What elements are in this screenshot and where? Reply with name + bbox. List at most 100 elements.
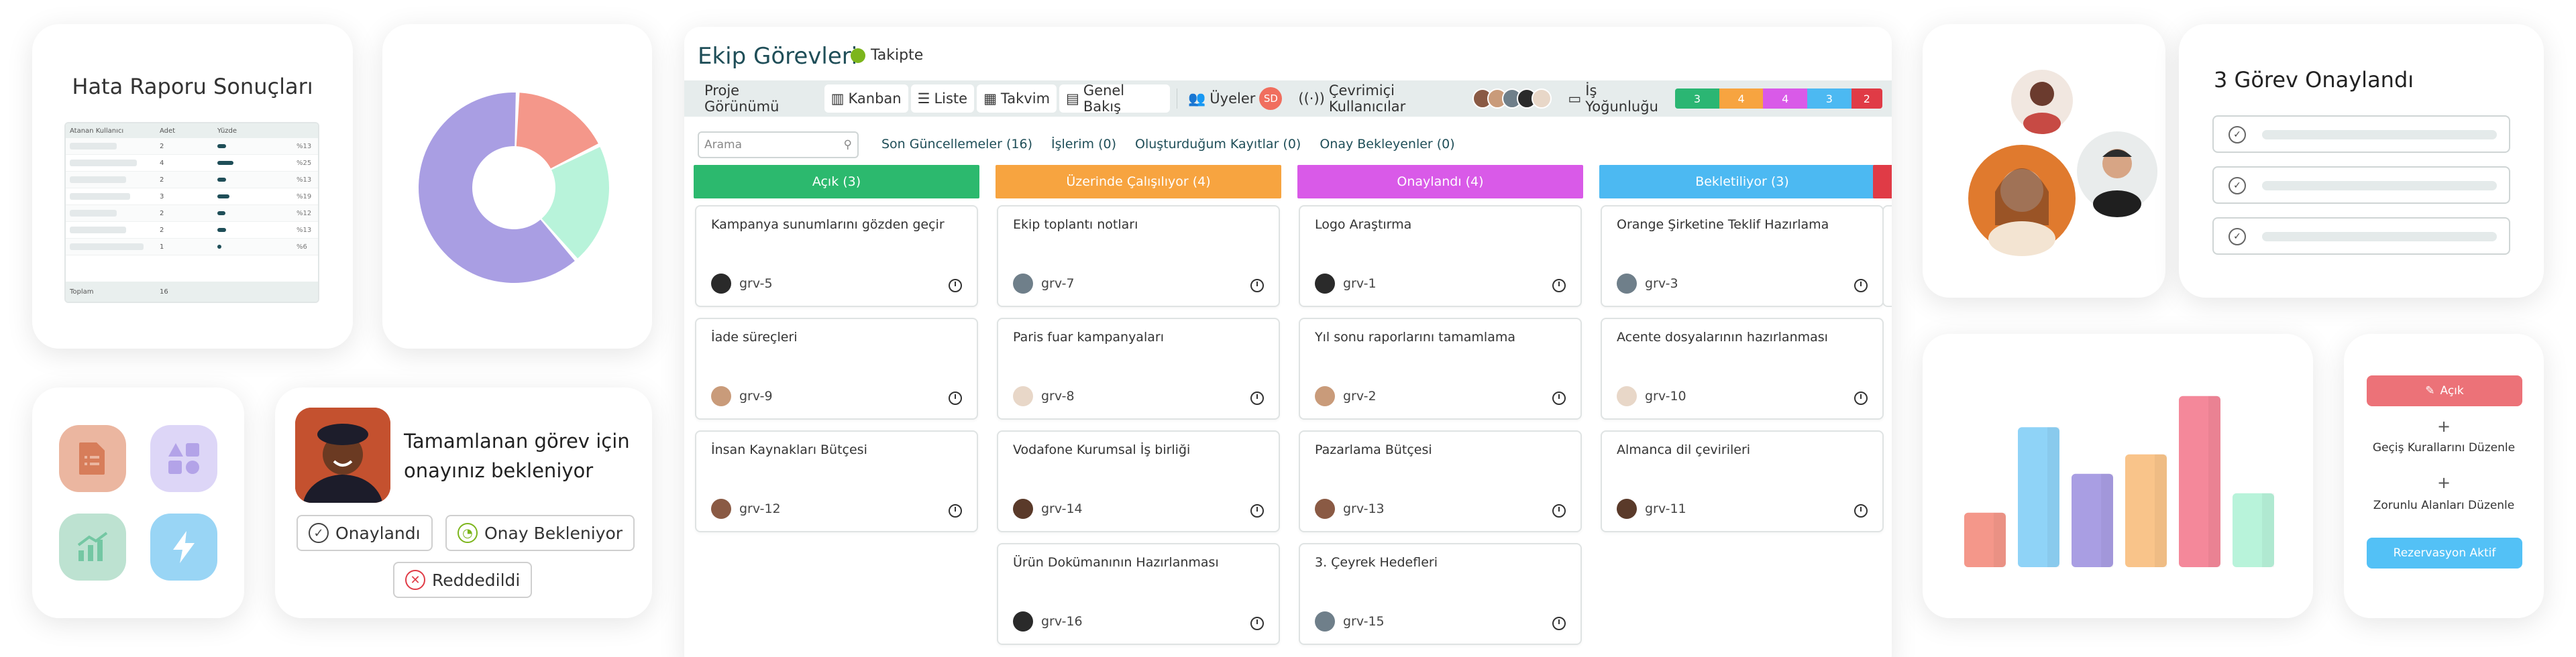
- clock-icon[interactable]: [1552, 279, 1566, 292]
- online-users[interactable]: ((·)) Çevrimiçi Kullanıcılar: [1291, 82, 1558, 115]
- task-card[interactable]: Logo Araştırma grv-1: [1299, 205, 1582, 307]
- calendar-icon: ▦: [983, 91, 997, 107]
- clock-icon[interactable]: [1854, 279, 1868, 292]
- filter-my-tasks[interactable]: İşlerim (0): [1051, 137, 1116, 152]
- clock-icon[interactable]: [949, 504, 962, 518]
- reservation-button[interactable]: Rezervasyon Aktif: [2367, 538, 2522, 569]
- workload-segment: 3: [1807, 88, 1851, 109]
- tab-calendar[interactable]: ▦ Takvim: [977, 84, 1057, 113]
- row-percent: %13: [297, 176, 312, 184]
- status-open-button[interactable]: ✎ Açık: [2367, 375, 2522, 406]
- task-card[interactable]: Ekip toplantı notları grv-7: [997, 205, 1280, 307]
- clock-icon[interactable]: [949, 279, 962, 292]
- approved-label: Onaylandı: [335, 523, 421, 543]
- task-card[interactable]: Paris fuar kampanyaları grv-8: [997, 318, 1280, 420]
- clock-icon[interactable]: [1250, 392, 1264, 405]
- row-percent: %13: [297, 142, 312, 150]
- table-row: 2 %12: [66, 205, 318, 222]
- task-card[interactable]: Vodafone Kurumsal İş birliği grv-14: [997, 430, 1280, 532]
- clock-icon[interactable]: [1854, 392, 1868, 405]
- rejected-button[interactable]: ✕ Reddedildi: [393, 562, 533, 598]
- clock-icon[interactable]: [1250, 279, 1264, 292]
- bar-shade: [2101, 473, 2113, 567]
- approved-button[interactable]: ✓ Onaylandı: [297, 515, 433, 551]
- close-icon: ✕: [405, 570, 425, 590]
- filter-pending-approval[interactable]: Onay Bekleyenler (0): [1320, 137, 1454, 152]
- clock-icon[interactable]: [1250, 617, 1264, 630]
- avatar: [1315, 274, 1335, 294]
- clock-icon[interactable]: [1552, 617, 1566, 630]
- task-card[interactable]: Yıl sonu raporlarını tamamlama grv-2: [1299, 318, 1582, 420]
- filter-recent[interactable]: Son Güncellemeler (16): [881, 137, 1032, 152]
- tab-kanban[interactable]: ▥ Kanban: [824, 84, 908, 113]
- search-input[interactable]: Arama ⚲: [698, 131, 859, 158]
- approved-task-row[interactable]: ✓: [2212, 217, 2510, 255]
- task-title: İnsan Kaynakları Bütçesi: [711, 442, 867, 457]
- tab-list[interactable]: ☰ Liste: [910, 84, 975, 113]
- overview-icon: ▤: [1066, 91, 1079, 107]
- avatar: [711, 386, 731, 406]
- plus-icon[interactable]: +: [2344, 417, 2544, 436]
- task-card[interactable]: Almanca dil çevirileri grv-11: [1601, 430, 1884, 532]
- tab-list-label: Liste: [934, 91, 968, 107]
- task-title: Orange Şirketine Teklif Hazırlama: [1617, 217, 1829, 232]
- percent-bar: [217, 178, 291, 182]
- pending-button[interactable]: ◔ Onay Bekleniyor: [445, 515, 635, 551]
- bar-shade: [2262, 493, 2274, 567]
- placeholder-name: [70, 243, 144, 250]
- task-id: grv-13: [1343, 501, 1385, 516]
- task-card[interactable]: İnsan Kaynakları Bütçesi grv-12: [695, 430, 978, 532]
- members-button[interactable]: 👥 Üyeler SD: [1181, 84, 1289, 113]
- task-card[interactable]: Kampanya sunumlarını gözden geçir grv-5: [695, 205, 978, 307]
- avatar: [711, 499, 731, 519]
- task-card[interactable]: Pazarlama Bütçesi grv-13: [1299, 430, 1582, 532]
- clock-icon[interactable]: [1854, 504, 1868, 518]
- approved-task-row[interactable]: ✓: [2212, 115, 2510, 153]
- task-id: grv-2: [1343, 389, 1377, 404]
- task-card[interactable]: Orange Şirketine Teklif Hazırlama grv-3: [1601, 205, 1884, 307]
- follow-badge[interactable]: Takipte: [851, 47, 923, 64]
- workload: ▭ İş Yoğunluğu 34432: [1561, 82, 1889, 115]
- tab-overview[interactable]: ▤ Genel Bakış: [1059, 82, 1171, 115]
- clock-icon[interactable]: [1250, 504, 1264, 518]
- task-id: grv-1: [1343, 276, 1377, 291]
- transition-rules-link[interactable]: Geçiş Kurallarını Düzenle: [2344, 441, 2544, 455]
- plus-icon[interactable]: +: [2344, 473, 2544, 492]
- approved-tasks-card: 3 Görev Onaylandı ✓ ✓ ✓: [2179, 24, 2544, 298]
- table-row: 2 %13: [66, 138, 318, 155]
- task-card[interactable]: Ürün Dokümanının Hazırlanması grv-16: [997, 543, 1280, 645]
- approved-task-row[interactable]: ✓: [2212, 166, 2510, 204]
- clock-icon[interactable]: [949, 392, 962, 405]
- task-card[interactable]: Acente dosyalarının hazırlanması grv-10: [1601, 318, 1884, 420]
- avatar: [1315, 499, 1335, 519]
- document-list-icon[interactable]: [59, 425, 126, 492]
- column-header[interactable]: Açık (3): [694, 165, 979, 198]
- bar-shade: [2155, 454, 2167, 567]
- team-avatars-card: [1923, 24, 2165, 298]
- avatar: [1532, 88, 1552, 109]
- bar-chart-card: [1923, 334, 2313, 618]
- row-percent: %25: [297, 159, 312, 167]
- lightning-icon[interactable]: [150, 514, 217, 581]
- required-fields-link[interactable]: Zorunlu Alanları Düzenle: [2344, 499, 2544, 512]
- column-header[interactable]: Bekletiliyor (3): [1599, 165, 1885, 198]
- shapes-icon[interactable]: [150, 425, 217, 492]
- row-count: 1: [160, 243, 164, 251]
- chart-growth-icon[interactable]: [59, 514, 126, 581]
- clock-icon[interactable]: [1552, 504, 1566, 518]
- placeholder-line: [2262, 181, 2497, 190]
- status-open-label: Açık: [2440, 384, 2464, 398]
- column-header[interactable]: Onaylandı (4): [1297, 165, 1583, 198]
- table-row: 1 %6: [66, 239, 318, 255]
- task-title: Paris fuar kampanyaları: [1013, 330, 1164, 345]
- avatar: [1315, 386, 1335, 406]
- kanban-icon: ▥: [830, 91, 845, 107]
- filter-created[interactable]: Oluşturduğum Kayıtlar (0): [1135, 137, 1301, 152]
- column-header[interactable]: Üzerinde Çalışılıyor (4): [996, 165, 1281, 198]
- table-row: 3 %19: [66, 188, 318, 205]
- task-card[interactable]: İade süreçleri grv-9: [695, 318, 978, 420]
- clock-icon[interactable]: [1552, 392, 1566, 405]
- placeholder-line: [2262, 130, 2497, 139]
- task-card[interactable]: 3. Çeyrek Hedefleri grv-15: [1299, 543, 1582, 645]
- view-label: Proje Görünümü: [704, 82, 780, 115]
